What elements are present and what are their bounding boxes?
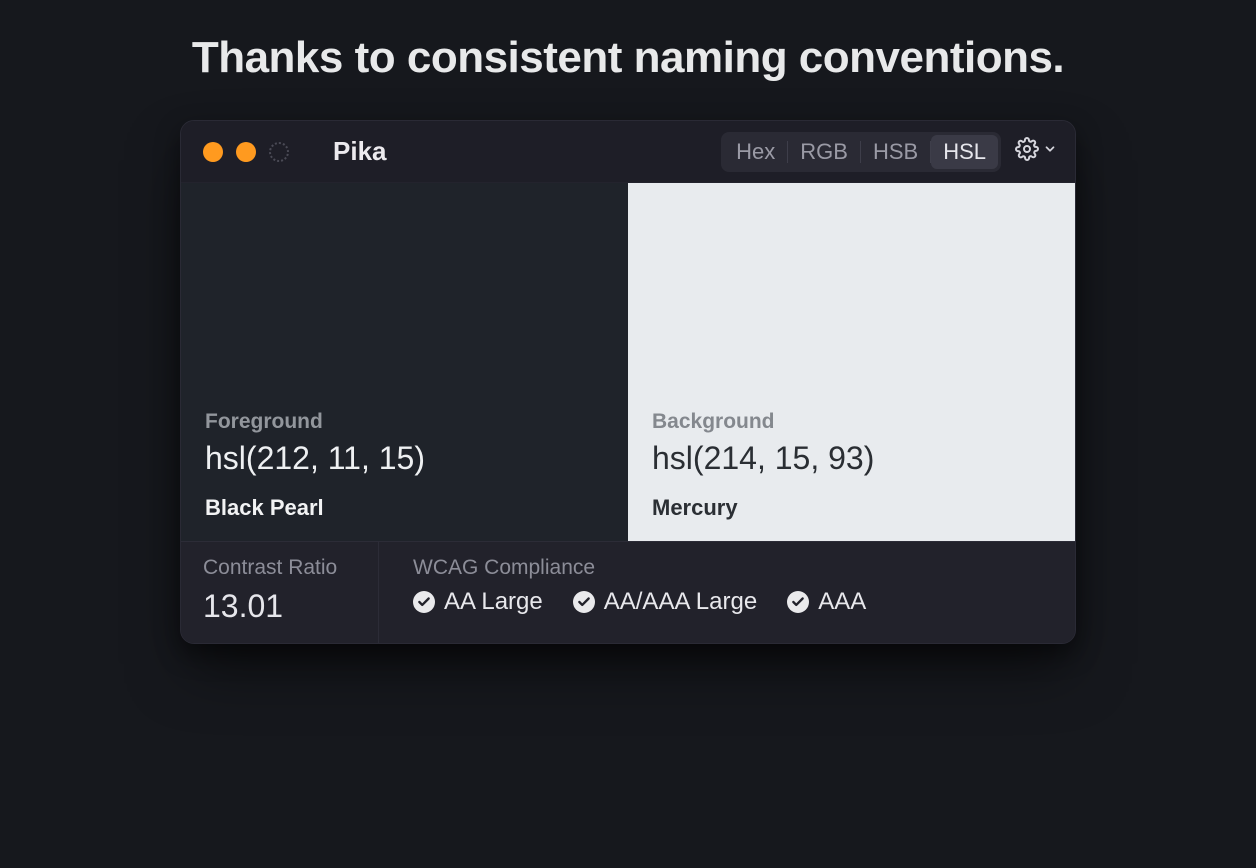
wcag-badges: AA Large AA/AAA Large AAA (413, 588, 1053, 616)
tab-rgb[interactable]: RGB (788, 135, 860, 169)
wcag-badge-label: AA Large (444, 588, 543, 616)
background-label: Background (652, 410, 1051, 434)
wcag-badge-aa-large: AA Large (413, 588, 543, 616)
wcag-block: WCAG Compliance AA Large AA/AAA Large (379, 542, 1075, 643)
page-headline: Thanks to consistent naming conventions. (0, 0, 1256, 92)
foreground-color-name: Black Pearl (205, 495, 604, 521)
foreground-value: hsl(212, 11, 15) (205, 440, 604, 477)
zoom-window-button[interactable] (269, 142, 289, 162)
check-circle-icon (787, 591, 809, 613)
wcag-badge-aaa: AAA (787, 588, 866, 616)
check-circle-icon (413, 591, 435, 613)
contrast-ratio-label: Contrast Ratio (203, 556, 356, 580)
settings-menu-button[interactable] (1015, 137, 1057, 166)
gear-icon (1015, 137, 1039, 166)
contrast-ratio-block: Contrast Ratio 13.01 (181, 542, 379, 643)
background-value: hsl(214, 15, 93) (652, 440, 1051, 477)
chevron-down-icon (1043, 142, 1057, 161)
window-controls (203, 142, 289, 162)
titlebar: Pika Hex RGB HSB HSL (181, 121, 1075, 183)
color-panes: Foreground hsl(212, 11, 15) Black Pearl … (181, 183, 1075, 541)
app-window: Pika Hex RGB HSB HSL (180, 120, 1076, 644)
background-pane[interactable]: Background hsl(214, 15, 93) Mercury (628, 183, 1075, 541)
app-title: Pika (333, 136, 387, 167)
tab-hex[interactable]: Hex (724, 135, 787, 169)
background-color-name: Mercury (652, 495, 1051, 521)
foreground-pane[interactable]: Foreground hsl(212, 11, 15) Black Pearl (181, 183, 628, 541)
tab-hsl[interactable]: HSL (931, 135, 998, 169)
minimize-window-button[interactable] (236, 142, 256, 162)
foreground-label: Foreground (205, 410, 604, 434)
close-window-button[interactable] (203, 142, 223, 162)
color-format-tabs: Hex RGB HSB HSL (721, 132, 1001, 172)
footer: Contrast Ratio 13.01 WCAG Compliance AA … (181, 541, 1075, 643)
tab-hsb[interactable]: HSB (861, 135, 930, 169)
wcag-badge-aa-aaa-large: AA/AAA Large (573, 588, 757, 616)
check-circle-icon (573, 591, 595, 613)
wcag-badge-label: AAA (818, 588, 866, 616)
wcag-badge-label: AA/AAA Large (604, 588, 757, 616)
wcag-label: WCAG Compliance (413, 556, 1053, 580)
contrast-ratio-value: 13.01 (203, 588, 356, 625)
